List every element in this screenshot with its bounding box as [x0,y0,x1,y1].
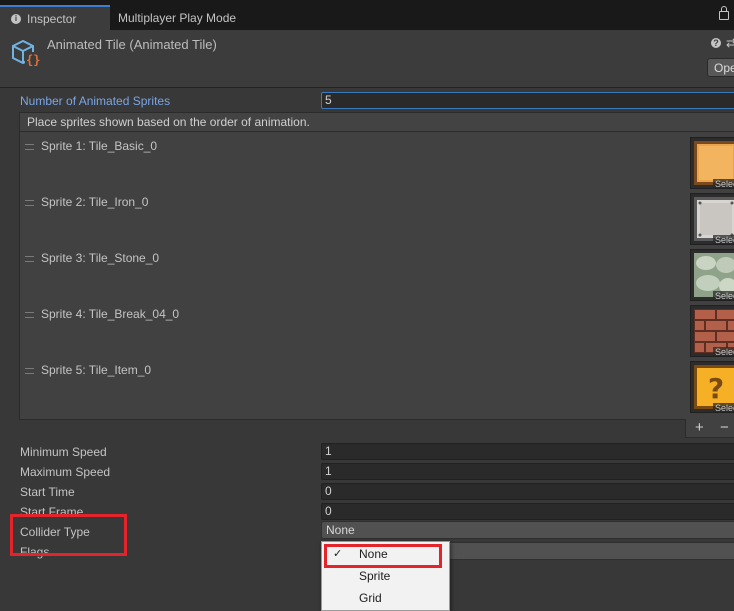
menu-item-grid[interactable]: Grid [322,588,449,608]
svg-text:?: ? [708,372,724,405]
list-hint: Place sprites shown based on the order o… [19,112,734,132]
select-button[interactable]: Select [713,235,734,244]
tab-inspector-label: Inspector [27,12,77,26]
collider-type-dropdown[interactable]: None [321,521,734,539]
settings-icon[interactable]: ⇄ [726,36,734,50]
select-button[interactable]: Select [713,347,734,356]
tab-multiplayer-label: Multiplayer Play Mode [118,11,237,25]
menu-item-sprite[interactable]: Sprite [322,566,449,586]
max-speed-field[interactable]: 1 [321,463,734,480]
start-time-label: Start Time [20,485,75,499]
tile-asset-icon: {} [12,39,40,67]
drag-handle-icon[interactable] [25,200,34,206]
svg-text:{}: {} [26,53,40,67]
sprite-label: Sprite 5: Tile_Item_0 [41,363,152,377]
annotation-box-none-option [324,544,442,568]
sprite-slot-iron[interactable]: Select [690,193,734,245]
min-speed-label: Minimum Speed [20,445,107,459]
select-button[interactable]: Select [713,403,734,412]
open-button[interactable]: Ope [707,58,734,77]
annotation-box-collider-label [10,514,127,556]
start-time-field[interactable]: 0 [321,483,734,500]
remove-element-button[interactable]: − [720,419,729,436]
tab-inspector[interactable]: i Inspector [0,5,110,32]
sprite-label: Sprite 4: Tile_Break_04_0 [41,307,180,321]
sprite-slot-basic[interactable]: Select [690,137,734,189]
drag-handle-icon[interactable] [25,144,34,150]
tab-multiplayer-play-mode[interactable]: Multiplayer Play Mode [118,6,236,30]
sprite-label: Sprite 3: Tile_Stone_0 [41,251,160,265]
select-button[interactable]: Select [713,291,734,300]
sprite-slot-brick[interactable]: Select [690,305,734,357]
sprite-label: Sprite 2: Tile_Iron_0 [41,195,149,209]
sprite-label: Sprite 1: Tile_Basic_0 [41,139,158,153]
drag-handle-icon[interactable] [25,368,34,374]
drag-handle-icon[interactable] [25,256,34,262]
start-frame-field[interactable]: 0 [321,503,734,520]
num-sprites-field[interactable]: 5 [321,92,734,109]
add-element-button[interactable]: + [695,419,704,436]
sprite-slot-stone[interactable]: Select [690,249,734,301]
asset-title: Animated Tile (Animated Tile) [47,37,217,52]
menu-item-label: Grid [359,591,382,605]
max-speed-label: Maximum Speed [20,465,111,479]
drag-handle-icon[interactable] [25,312,34,318]
menu-item-label: Sprite [359,569,391,583]
num-sprites-label: Number of Animated Sprites [20,94,171,108]
lock-icon[interactable] [719,6,729,20]
sprite-slot-item[interactable]: ? Select [690,361,734,413]
tab-bar: i Inspector Multiplayer Play Mode [0,0,734,32]
min-speed-field[interactable]: 1 [321,443,734,460]
info-icon: i [11,14,21,24]
help-icon[interactable]: ? [711,38,721,48]
select-button[interactable]: Select [713,179,734,188]
